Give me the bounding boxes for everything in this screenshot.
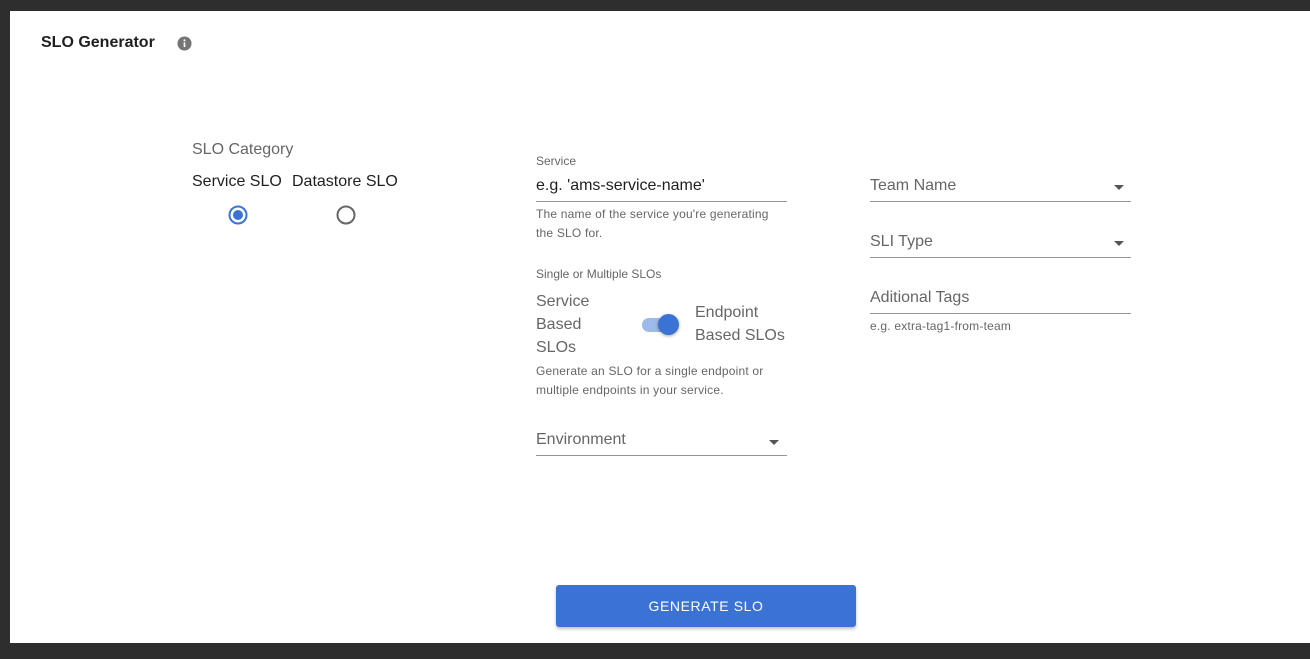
sli-type-select[interactable]: SLI Type [870, 233, 933, 251]
slo-mode-caption: Single or Multiple SLOs [536, 267, 662, 281]
service-slo-radio[interactable] [228, 205, 248, 225]
slo-category-label: SLO Category [192, 141, 294, 158]
tags-underline [870, 313, 1131, 314]
service-based-line1: Service [536, 293, 590, 310]
service-input[interactable]: e.g. 'ams-service-name' [536, 177, 705, 195]
service-caption: Service [536, 154, 577, 168]
tags-input[interactable]: Aditional Tags [870, 289, 969, 307]
slo-mode-helper-line1: Generate an SLO for a single endpoint or [536, 364, 764, 378]
service-slo-label: Service SLO [192, 173, 282, 190]
datastore-slo-label: Datastore SLO [292, 173, 398, 190]
slo-mode-helper-line2: multiple endpoints in your service. [536, 383, 724, 397]
service-helper-line1: The name of the service you're generatin… [536, 207, 769, 221]
team-name-select[interactable]: Team Name [870, 177, 956, 195]
datastore-slo-radio[interactable] [336, 205, 356, 225]
service-based-line2: Based [536, 316, 582, 333]
sli-type-underline [870, 257, 1131, 258]
generate-slo-button[interactable]: GENERATE SLO [556, 585, 856, 627]
service-underline [536, 201, 787, 202]
sli-type-caret-icon[interactable] [1114, 241, 1124, 246]
environment-caret-icon[interactable] [769, 440, 779, 445]
slo-generator-panel: SLO Generator SLO Category Service SLO D… [10, 11, 1310, 643]
service-helper-line2: the SLO for. [536, 226, 603, 240]
environment-select[interactable]: Environment [536, 431, 626, 449]
endpoint-based-line2: Based SLOs [695, 327, 785, 344]
slo-mode-toggle-thumb[interactable] [658, 314, 679, 335]
info-icon[interactable] [177, 36, 192, 51]
page-title: SLO Generator [41, 34, 155, 51]
team-name-caret-icon[interactable] [1114, 185, 1124, 190]
endpoint-based-line1: Endpoint [695, 304, 759, 321]
tags-helper: e.g. extra-tag1-from-team [870, 319, 1012, 333]
service-based-line3: SLOs [536, 339, 577, 356]
team-name-underline [870, 201, 1131, 202]
environment-underline [536, 455, 787, 456]
